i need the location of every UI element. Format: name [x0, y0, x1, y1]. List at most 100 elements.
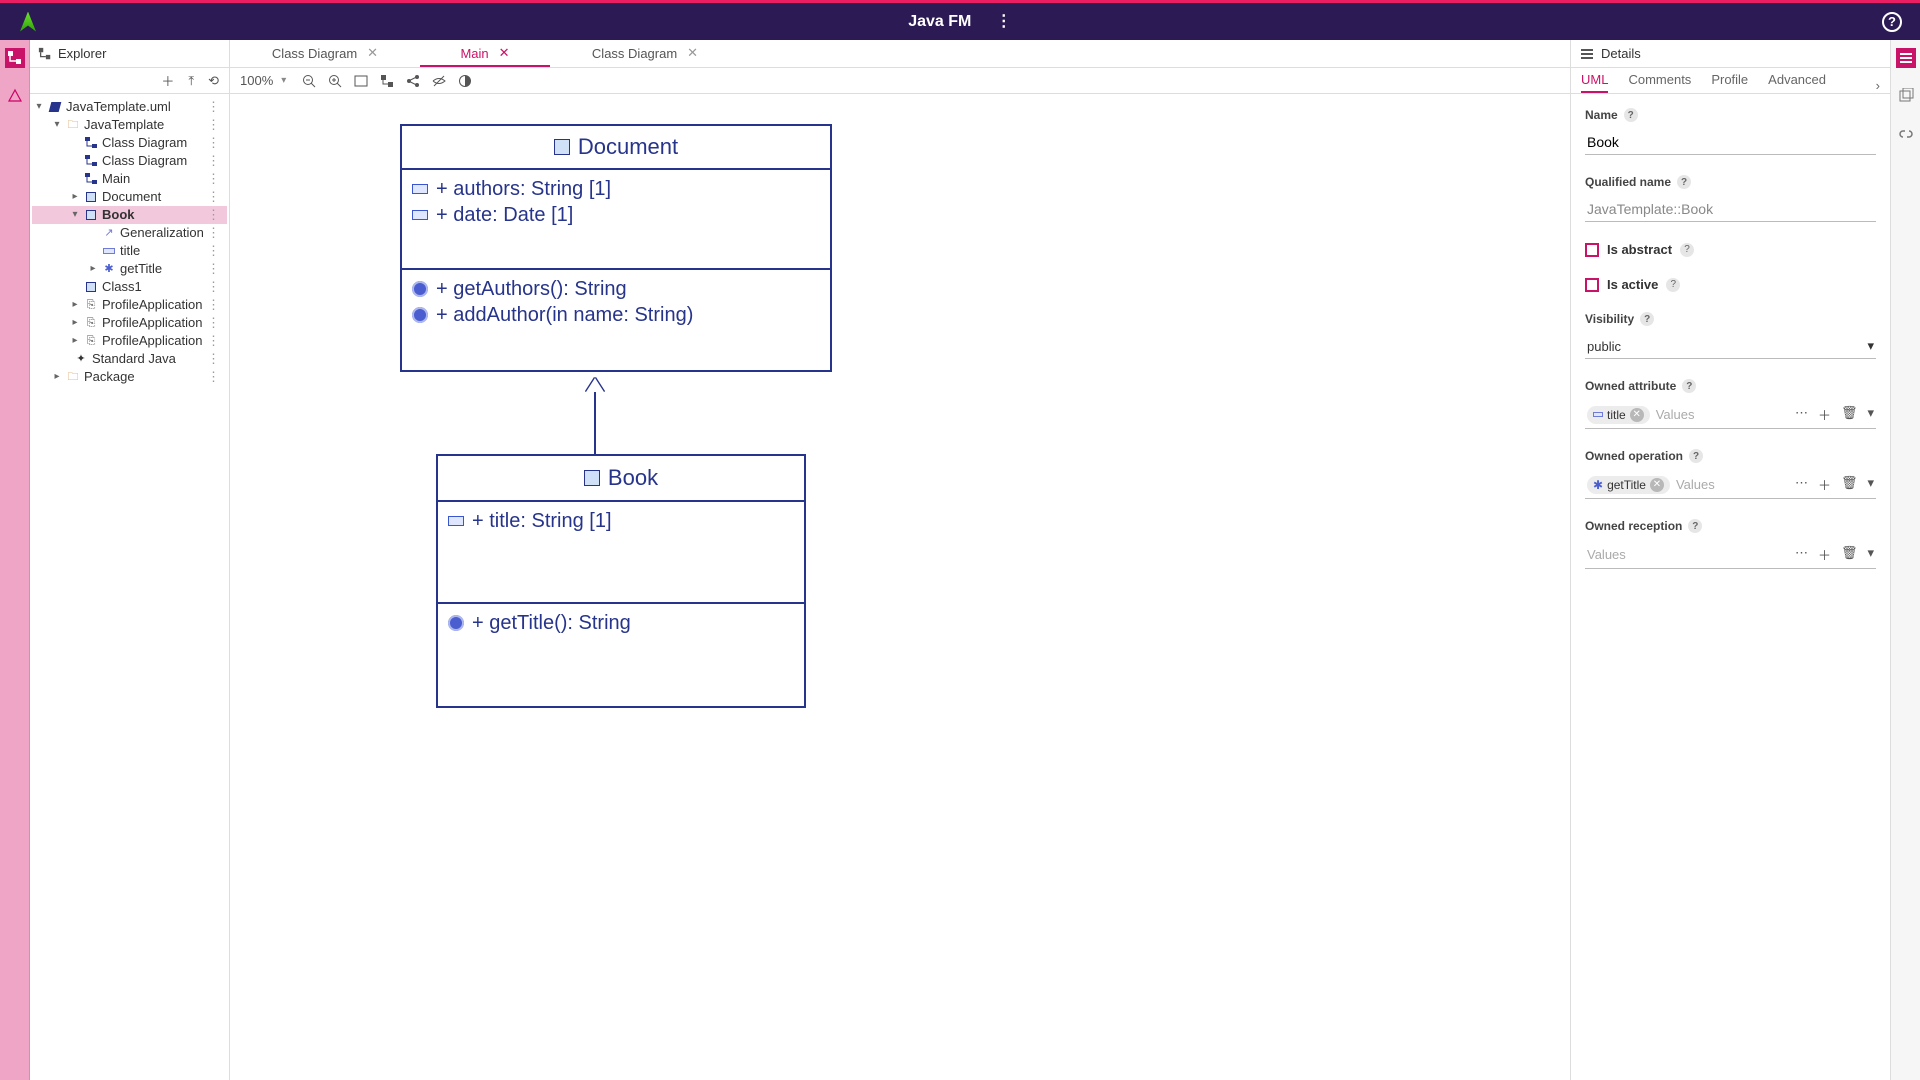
caret-icon[interactable]: ▸ [88, 260, 98, 278]
tree-row-diagram[interactable]: Class Diagram ⋮ [32, 134, 227, 152]
zoom-in-button[interactable] [328, 74, 346, 88]
chevron-down-icon[interactable]: ▾ [1867, 475, 1874, 494]
details-tab-comments[interactable]: Comments [1628, 72, 1691, 93]
row-menu-button[interactable]: ⋮ [204, 134, 223, 152]
rail-related-button[interactable] [1896, 86, 1916, 106]
more-button[interactable]: ⋯ [1795, 405, 1808, 424]
zoom-level[interactable]: 100% [240, 73, 273, 88]
owned-operation-field[interactable]: ✱ getTitle ✕ Values ⋯ ＋ 🗑 ▾ [1585, 471, 1876, 499]
owned-attribute-field[interactable]: title ✕ Values ⋯ ＋ 🗑 ▾ [1585, 401, 1876, 429]
tree-row-generalization[interactable]: ↗ Generalization ⋮ [32, 224, 227, 242]
tree-row-attribute[interactable]: title ⋮ [32, 242, 227, 260]
tree-row-profileapp[interactable]: ▸ ⎘ ProfileApplication ⋮ [32, 332, 227, 350]
layout-button[interactable] [380, 74, 398, 88]
editor-tab[interactable]: Class Diagram ✕ [580, 41, 710, 67]
chevron-down-icon[interactable]: ▾ [1867, 405, 1874, 424]
tree-row-class-selected[interactable]: ▾ Book ⋮ [32, 206, 227, 224]
rail-link-button[interactable] [1896, 124, 1916, 144]
contrast-button[interactable] [458, 74, 476, 88]
visibility-select[interactable]: public ▾ [1585, 334, 1876, 359]
zoom-dropdown-button[interactable]: ▾ [281, 75, 286, 86]
row-menu-button[interactable]: ⋮ [204, 188, 223, 206]
caret-icon[interactable]: ▸ [70, 188, 80, 206]
help-icon[interactable]: ? [1666, 278, 1680, 292]
row-menu-button[interactable]: ⋮ [204, 224, 223, 242]
add-button[interactable]: ＋ [1818, 405, 1831, 424]
caret-icon[interactable]: ▾ [34, 98, 44, 116]
explorer-tree[interactable]: ▾ JavaTemplate.uml ⋮ ▾ 🗀 JavaTemplate ⋮ … [30, 94, 230, 1080]
chip-title[interactable]: title ✕ [1587, 406, 1650, 424]
caret-icon[interactable]: ▸ [70, 332, 80, 350]
row-menu-button[interactable]: ⋮ [204, 278, 223, 296]
help-icon[interactable]: ? [1680, 243, 1694, 257]
details-tab-profile[interactable]: Profile [1711, 72, 1748, 93]
more-button[interactable]: ⋯ [1795, 475, 1808, 494]
add-button[interactable]: ＋ [1818, 545, 1831, 564]
upload-button[interactable]: ⤒ [188, 73, 194, 89]
rail-validation-button[interactable] [5, 86, 25, 106]
tree-row-package[interactable]: ▸ 🗀 Package ⋮ [32, 368, 227, 386]
chevron-down-icon[interactable]: ▾ [1867, 545, 1874, 564]
row-menu-button[interactable]: ⋮ [204, 260, 223, 278]
rail-details-button[interactable] [1896, 48, 1916, 68]
delete-button[interactable]: 🗑 [1841, 545, 1858, 564]
tree-row-stdjava[interactable]: ✦ Standard Java ⋮ [32, 350, 227, 368]
diagram-canvas[interactable]: Document + authors: String [1] + date: D… [230, 94, 1570, 1080]
tree-row-profileapp[interactable]: ▸ ⎘ ProfileApplication ⋮ [32, 314, 227, 332]
refresh-button[interactable]: ⟲ [208, 73, 219, 89]
row-menu-button[interactable]: ⋮ [204, 98, 223, 116]
close-icon[interactable]: ✕ [367, 45, 378, 61]
details-tab-uml[interactable]: UML [1581, 72, 1608, 93]
row-menu-button[interactable]: ⋮ [204, 332, 223, 350]
is-active-checkbox[interactable] [1585, 278, 1599, 292]
row-menu-button[interactable]: ⋮ [204, 314, 223, 332]
owned-reception-field[interactable]: Values ⋯ ＋ 🗑 ▾ [1585, 541, 1876, 569]
caret-icon[interactable]: ▸ [70, 314, 80, 332]
tree-row-package[interactable]: ▾ 🗀 JavaTemplate ⋮ [32, 116, 227, 134]
editor-tab[interactable]: Class Diagram ✕ [260, 41, 390, 67]
rail-explorer-button[interactable] [5, 48, 25, 68]
tree-row-class[interactable]: Class1 ⋮ [32, 278, 227, 296]
generalization-edge[interactable] [594, 392, 596, 454]
app-menu-button[interactable]: ⋮ [996, 13, 1012, 30]
close-icon[interactable]: ✕ [687, 45, 698, 61]
delete-button[interactable]: 🗑 [1841, 405, 1858, 424]
tree-row-diagram[interactable]: Class Diagram ⋮ [32, 152, 227, 170]
tree-row-model[interactable]: ▾ JavaTemplate.uml ⋮ [32, 98, 227, 116]
tabs-overflow-button[interactable]: › [1876, 78, 1880, 93]
add-button[interactable]: ＋ [1818, 475, 1831, 494]
chip-remove-button[interactable]: ✕ [1630, 408, 1644, 422]
zoom-out-button[interactable] [302, 74, 320, 88]
close-icon[interactable]: ✕ [499, 45, 510, 61]
row-menu-button[interactable]: ⋮ [204, 116, 223, 134]
caret-icon[interactable]: ▾ [70, 206, 80, 224]
details-tab-advanced[interactable]: Advanced [1768, 72, 1826, 93]
caret-icon[interactable]: ▸ [70, 296, 80, 314]
uml-class-book[interactable]: Book + title: String [1] + getTitle(): S… [436, 454, 806, 708]
row-menu-button[interactable]: ⋮ [204, 170, 223, 188]
name-input[interactable] [1585, 130, 1876, 155]
help-icon[interactable]: ? [1624, 108, 1638, 122]
more-button[interactable]: ⋯ [1795, 545, 1808, 564]
caret-icon[interactable]: ▸ [52, 368, 62, 386]
row-menu-button[interactable]: ⋮ [204, 152, 223, 170]
chip-remove-button[interactable]: ✕ [1650, 478, 1664, 492]
share-button[interactable] [406, 74, 424, 88]
row-menu-button[interactable]: ⋮ [204, 296, 223, 314]
help-icon[interactable]: ? [1689, 449, 1703, 463]
tree-row-class[interactable]: ▸ Document ⋮ [32, 188, 227, 206]
help-icon[interactable]: ? [1677, 175, 1691, 189]
help-icon[interactable]: ? [1688, 519, 1702, 533]
help-icon[interactable]: ? [1682, 379, 1696, 393]
editor-tab-active[interactable]: Main ✕ [420, 41, 550, 67]
help-button[interactable]: ? [1882, 12, 1902, 32]
row-menu-button[interactable]: ⋮ [204, 350, 223, 368]
tree-row-profileapp[interactable]: ▸ ⎘ ProfileApplication ⋮ [32, 296, 227, 314]
row-menu-button[interactable]: ⋮ [204, 368, 223, 386]
row-menu-button[interactable]: ⋮ [204, 206, 223, 224]
new-element-button[interactable]: ＋ [161, 71, 174, 90]
tree-row-operation[interactable]: ▸ ✱ getTitle ⋮ [32, 260, 227, 278]
fit-screen-button[interactable] [354, 74, 372, 88]
visibility-button[interactable] [432, 74, 450, 88]
is-abstract-checkbox[interactable] [1585, 243, 1599, 257]
